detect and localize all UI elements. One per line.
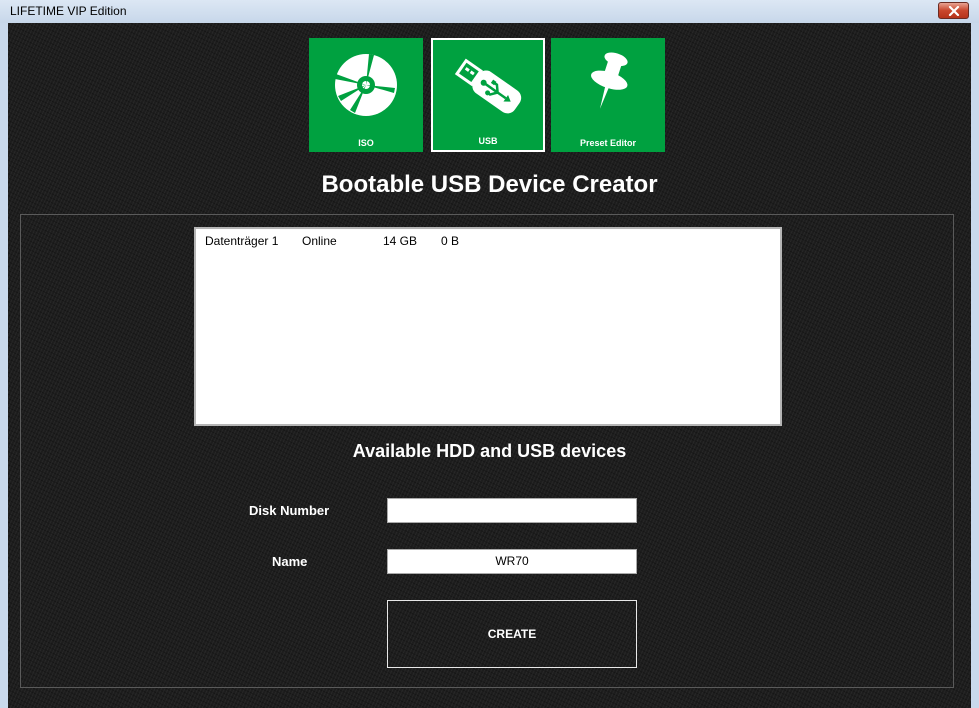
app-window: LIFETIME VIP Edition ISO USB Preset Edit… (0, 0, 979, 708)
tile-preset-editor[interactable]: Preset Editor (551, 38, 665, 152)
devices-caption: Available HDD and USB devices (352, 441, 627, 461)
disc-icon (335, 54, 397, 116)
tile-usb[interactable]: USB (431, 38, 545, 152)
pushpin-icon (590, 52, 628, 109)
page-title: Bootable USB Device Creator (321, 171, 658, 198)
title-bar[interactable]: LIFETIME VIP Edition (0, 0, 979, 23)
device-size: 14 GB (383, 234, 418, 248)
close-icon (948, 5, 959, 16)
tile-preset-editor-label: Preset Editor (579, 138, 637, 148)
disk-number-label: Disk Number (249, 503, 330, 518)
device-listbox[interactable]: Datenträger 1 Online 14 GB 0 B (194, 227, 782, 426)
usb-stick-icon (454, 58, 522, 114)
device-name: Datenträger 1 (205, 234, 279, 248)
close-button[interactable] (938, 2, 969, 19)
name-field[interactable]: WR70 (387, 549, 637, 574)
main-panel: ISO USB Preset Editor Bootable USB Devic… (8, 23, 971, 708)
create-button[interactable]: CREATE (387, 600, 637, 668)
window-title: LIFETIME VIP Edition (10, 4, 127, 18)
tile-usb-label: USB (478, 136, 498, 146)
tile-iso[interactable]: ISO (309, 38, 423, 152)
device-free: 0 B (441, 234, 460, 248)
name-label: Name (272, 554, 308, 569)
create-button-label: CREATE (487, 627, 537, 641)
disk-number-field[interactable] (387, 498, 637, 523)
device-status: Online (302, 234, 337, 248)
tile-iso-label: ISO (358, 138, 374, 148)
